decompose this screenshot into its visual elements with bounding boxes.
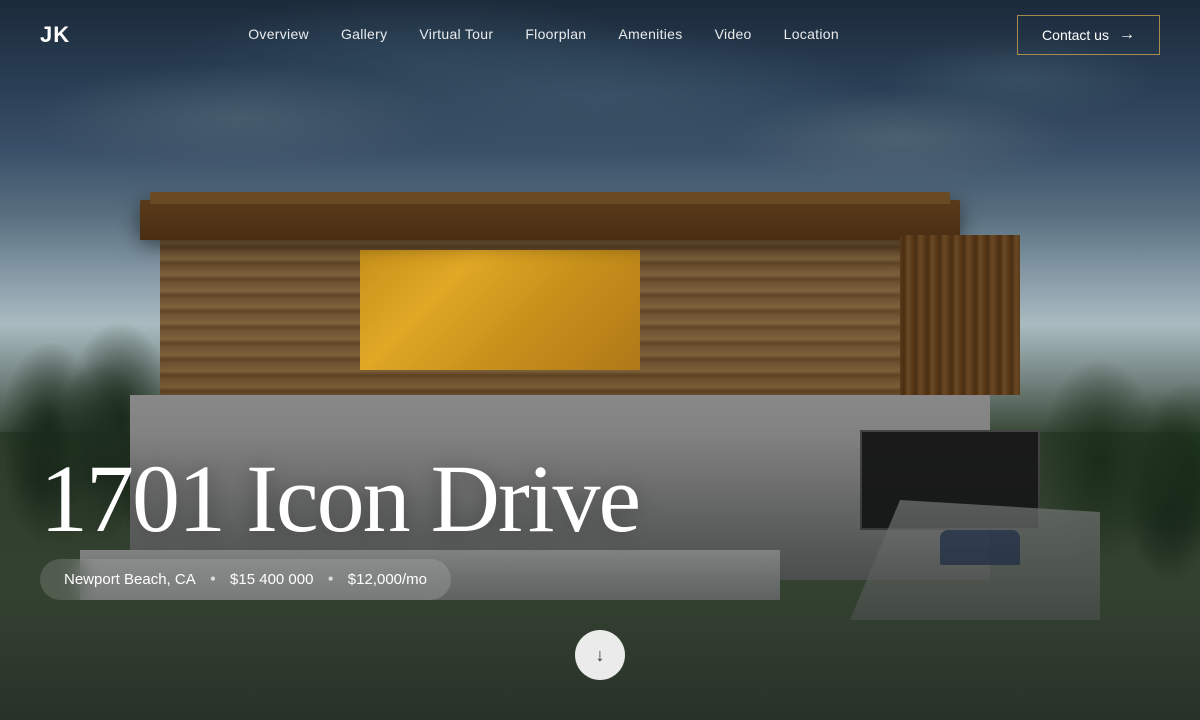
roof xyxy=(140,200,960,240)
nav-item-location[interactable]: Location xyxy=(784,26,839,44)
contact-button[interactable]: Contact us → xyxy=(1017,15,1160,55)
nav-link-virtual-tour[interactable]: Virtual Tour xyxy=(419,26,493,42)
nav-item-virtual-tour[interactable]: Virtual Tour xyxy=(419,26,493,44)
dot-2: • xyxy=(327,569,333,590)
slats-right xyxy=(900,235,1020,395)
down-arrow-icon: ↓ xyxy=(596,646,605,664)
nav-links: Overview Gallery Virtual Tour Floorplan … xyxy=(248,26,839,44)
dot-1: • xyxy=(210,569,216,590)
nav-item-overview[interactable]: Overview xyxy=(248,26,309,44)
property-rent: $12,000/mo xyxy=(348,571,427,588)
hero-content: 1701 Icon Drive Newport Beach, CA • $15 … xyxy=(40,451,639,600)
property-price: $15 400 000 xyxy=(230,571,313,588)
nav-link-floorplan[interactable]: Floorplan xyxy=(525,26,586,42)
navbar: JK Overview Gallery Virtual Tour Floorpl… xyxy=(0,0,1200,70)
scroll-down-button[interactable]: ↓ xyxy=(575,630,625,680)
nav-item-floorplan[interactable]: Floorplan xyxy=(525,26,586,44)
hero-section: JK Overview Gallery Virtual Tour Floorpl… xyxy=(0,0,1200,720)
subtitle-pill: Newport Beach, CA • $15 400 000 • $12,00… xyxy=(40,559,451,600)
property-subtitle: Newport Beach, CA • $15 400 000 • $12,00… xyxy=(40,559,639,600)
nav-link-location[interactable]: Location xyxy=(784,26,839,42)
property-title: 1701 Icon Drive xyxy=(40,451,639,547)
contact-label: Contact us xyxy=(1042,27,1109,43)
nav-item-gallery[interactable]: Gallery xyxy=(341,26,387,44)
nav-link-overview[interactable]: Overview xyxy=(248,26,309,42)
nav-link-gallery[interactable]: Gallery xyxy=(341,26,387,42)
contact-arrow-icon: → xyxy=(1119,26,1135,44)
nav-link-amenities[interactable]: Amenities xyxy=(618,26,682,42)
nav-item-amenities[interactable]: Amenities xyxy=(618,26,682,44)
nav-link-video[interactable]: Video xyxy=(715,26,752,42)
nav-item-video[interactable]: Video xyxy=(715,26,752,44)
property-location: Newport Beach, CA xyxy=(64,571,196,588)
accent-panel xyxy=(360,250,640,370)
logo: JK xyxy=(40,22,70,48)
